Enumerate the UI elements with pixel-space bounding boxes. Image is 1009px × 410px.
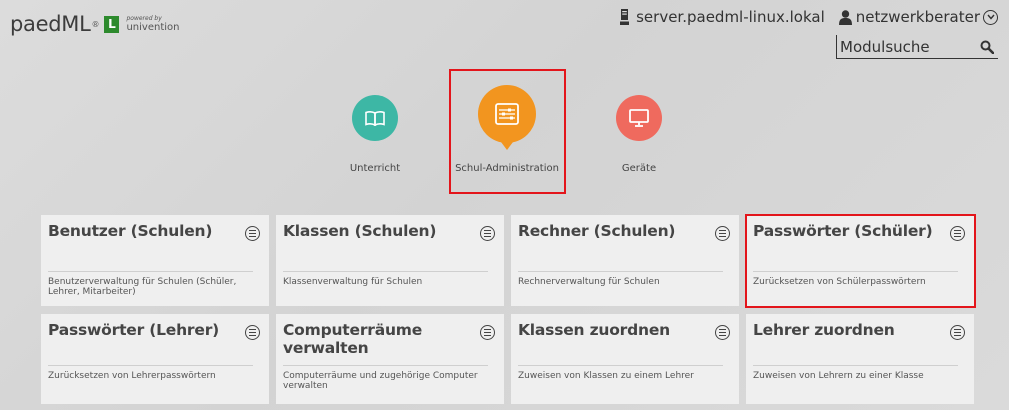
highlight-box-category [449, 69, 566, 194]
search-icon[interactable] [980, 40, 995, 54]
category-geraete[interactable]: Geräte [579, 95, 699, 174]
module-title: Lehrer zuordnen [753, 321, 895, 339]
divider [753, 365, 958, 366]
server-name: server.paedml-linux.lokal [636, 8, 825, 26]
vendor-text: univention [126, 21, 180, 33]
search-placeholder: Modulsuche [840, 37, 930, 56]
user-menu[interactable]: netzwerkberater [838, 8, 998, 26]
divider [283, 271, 488, 272]
module-description: Zuweisen von Lehrern zu einer Klasse [753, 371, 924, 381]
module-tile-klassen-zuordnen[interactable]: Klassen zuordnen Zuweisen von Klassen zu… [511, 314, 739, 404]
module-description: Zuweisen von Klassen zu einem Lehrer [518, 371, 694, 381]
module-description: Rechnerverwaltung für Schulen [518, 277, 660, 287]
menu-icon[interactable] [950, 325, 965, 340]
module-title: Rechner (Schulen) [518, 222, 676, 240]
divider [48, 271, 253, 272]
module-title: Benutzer (Schulen) [48, 222, 213, 240]
divider [518, 271, 723, 272]
module-title: Klassen zuordnen [518, 321, 671, 339]
divider [283, 365, 488, 366]
module-description: Computerräume und zugehörige Computer ve… [283, 371, 478, 391]
user-icon [838, 9, 852, 25]
powered-by-text: powered by [126, 14, 162, 22]
module-title: Klassen (Schulen) [283, 222, 437, 240]
module-tile-rechner-schulen[interactable]: Rechner (Schulen) Rechnerverwaltung für … [511, 215, 739, 306]
paedml-logo: paedML ® L powered by univention [10, 12, 180, 36]
server-icon [620, 9, 630, 25]
module-tile-passwoerter-lehrer[interactable]: Passwörter (Lehrer) Zurücksetzen von Leh… [41, 314, 269, 404]
powered-by-univention: powered by univention [126, 14, 180, 33]
module-tile-lehrer-zuordnen[interactable]: Lehrer zuordnen Zuweisen von Lehrern zu … [746, 314, 974, 404]
menu-icon[interactable] [715, 325, 730, 340]
module-description: Klassenverwaltung für Schulen [283, 277, 423, 287]
module-description: Zurücksetzen von Lehrerpasswörtern [48, 371, 216, 381]
menu-icon[interactable] [715, 226, 730, 241]
menu-icon[interactable] [480, 226, 495, 241]
module-tile-computerraeume-verwalten[interactable]: Computerräume verwalten Computerräume un… [276, 314, 504, 404]
chevron-down-icon[interactable] [983, 9, 998, 25]
divider [48, 365, 253, 366]
logo-text: paedML [10, 12, 91, 36]
logo-badge: L [104, 15, 120, 33]
category-label: Unterricht [349, 163, 401, 174]
registered-mark: ® [91, 19, 100, 29]
module-description: Benutzerverwaltung für Schulen (Schüler,… [48, 277, 237, 297]
module-search-input[interactable]: Modulsuche [836, 35, 998, 59]
user-name: netzwerkberater [855, 8, 980, 26]
module-tile-klassen-schulen[interactable]: Klassen (Schulen) Klassenverwaltung für … [276, 215, 504, 306]
category-label: Geräte [621, 163, 657, 174]
category-unterricht[interactable]: Unterricht [315, 95, 435, 174]
server-info[interactable]: server.paedml-linux.lokal [620, 8, 825, 26]
menu-icon[interactable] [245, 325, 260, 340]
menu-icon[interactable] [480, 325, 495, 340]
module-tile-benutzer-schulen[interactable]: Benutzer (Schulen) Benutzerverwaltung fü… [41, 215, 269, 306]
top-bar: server.paedml-linux.lokal netzwerkberate… [620, 8, 998, 26]
divider [518, 365, 723, 366]
module-title: Computerräume verwalten [283, 321, 423, 357]
monitor-icon [616, 95, 662, 141]
menu-icon[interactable] [245, 226, 260, 241]
highlight-box-module [745, 214, 976, 308]
book-icon [352, 95, 398, 141]
module-title: Passwörter (Lehrer) [48, 321, 220, 339]
